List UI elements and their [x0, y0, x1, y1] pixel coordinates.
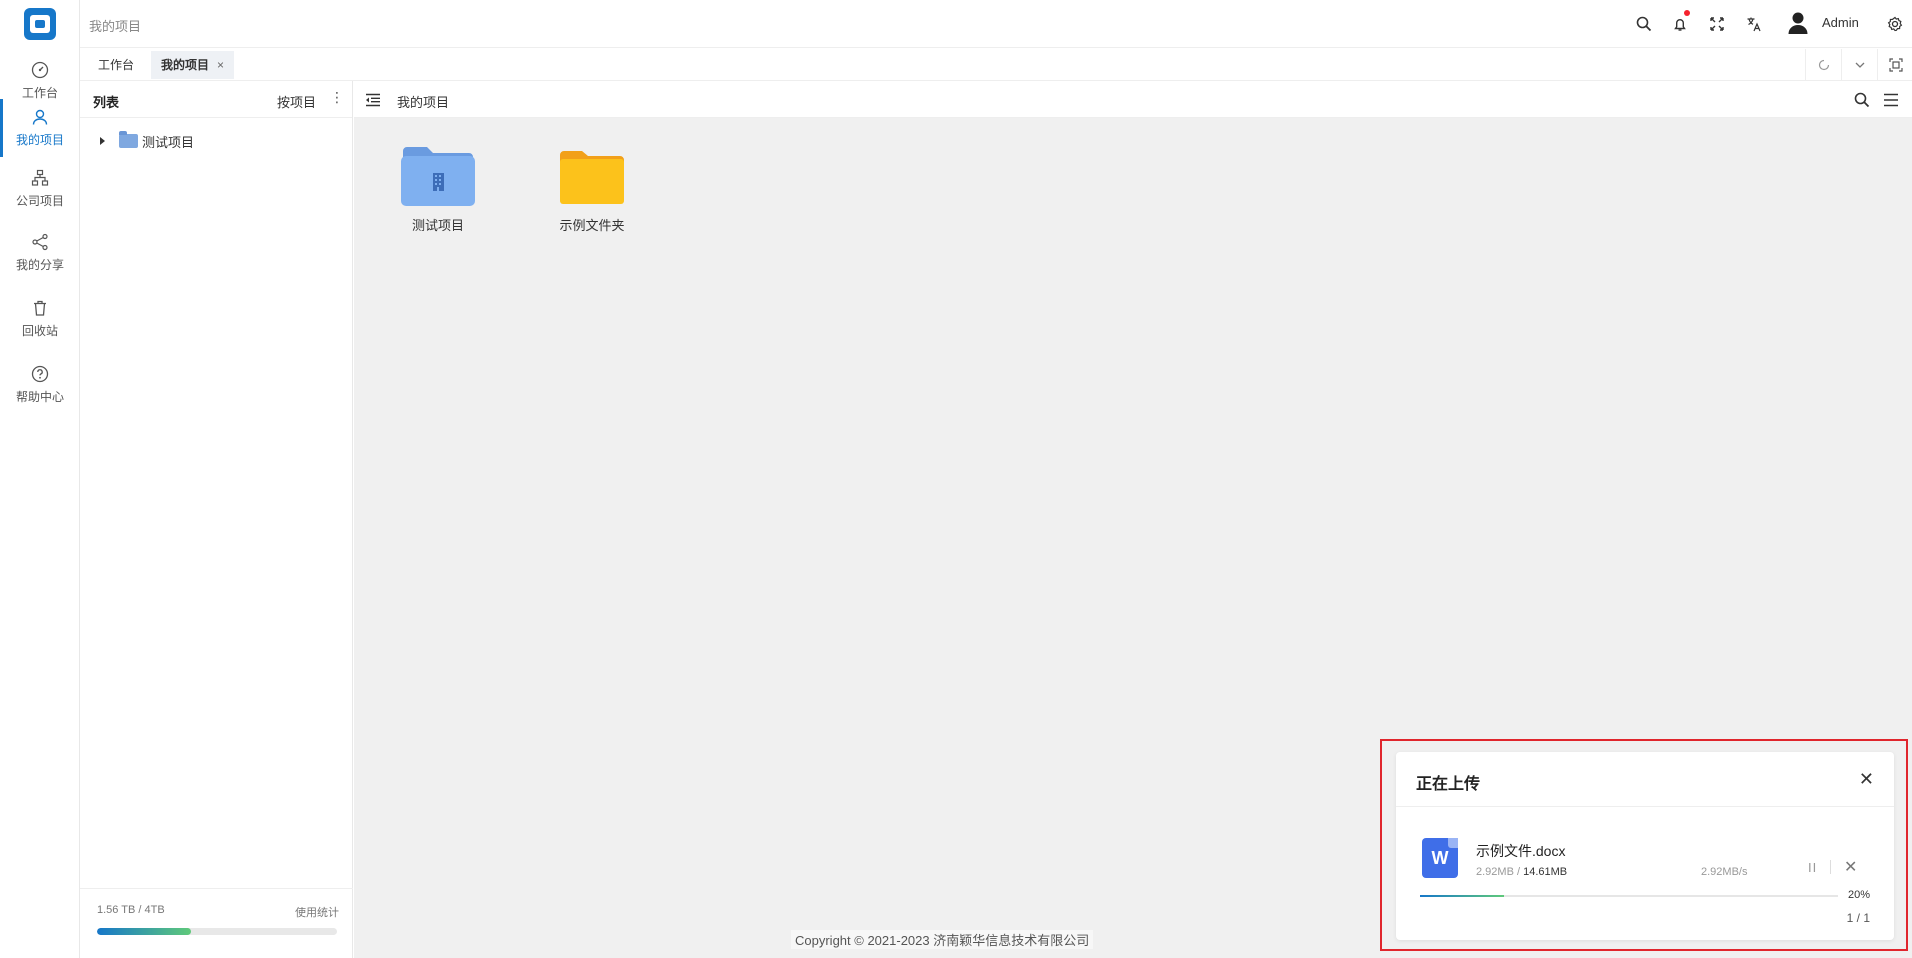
translate-icon[interactable]: [1743, 13, 1765, 35]
storage-usage: 1.56 TB / 4TB 使用统计: [80, 888, 353, 958]
main-title: 我的项目: [397, 95, 450, 110]
sidebar-item-company-projects[interactable]: 公司项目: [0, 158, 80, 220]
fullscreen-icon[interactable]: [1706, 13, 1728, 35]
project-item-test-project[interactable]: 测试项目: [383, 145, 493, 234]
pause-icon[interactable]: II: [1808, 860, 1817, 875]
folder-item-sample-folder[interactable]: 示例文件夹: [537, 145, 647, 234]
maximize-icon[interactable]: [1877, 49, 1912, 81]
collapse-menu-icon[interactable]: [363, 90, 383, 110]
sidebar-item-label: 我的分享: [15, 258, 64, 272]
upload-title: 正在上传: [1416, 776, 1481, 793]
share-icon: [31, 233, 49, 251]
dashboard-icon: [31, 61, 49, 79]
upload-panel-header: 正在上传 ✕: [1396, 752, 1894, 807]
top-header: 我的项目 Admin: [80, 0, 1912, 48]
folder-icon: [119, 131, 138, 148]
search-icon[interactable]: [1633, 13, 1655, 35]
word-doc-icon: W: [1422, 838, 1458, 878]
panel-title: 列表: [93, 95, 120, 110]
left-panel: 列表 按项目 ⋮ 测试项目 1.56 TB / 4TB 使用统计: [80, 81, 353, 958]
menu-icon[interactable]: [1881, 90, 1901, 110]
storage-bar: [97, 928, 337, 935]
total-size: 14.61MB: [1523, 866, 1568, 878]
tab-label: 工作台: [98, 58, 135, 72]
tree-item-label: 测试项目: [142, 134, 195, 150]
upload-panel: 正在上传 ✕ W 示例文件.docx 2.92MB / 14.61MB 2.92…: [1396, 752, 1894, 940]
more-icon[interactable]: ⋮: [330, 89, 344, 106]
upload-progress-bar: [1420, 895, 1838, 897]
tab-my-projects[interactable]: 我的项目 ×: [151, 51, 235, 79]
sidebar-item-label: 公司项目: [15, 194, 64, 208]
sidebar-item-help-center[interactable]: 帮助中心: [0, 354, 80, 416]
sidebar-item-label: 帮助中心: [15, 390, 64, 404]
upload-size: 2.92MB / 14.61MB: [1476, 866, 1567, 878]
sort-by-project-button[interactable]: 按项目: [277, 92, 316, 111]
cancel-upload-icon[interactable]: ✕: [1844, 857, 1857, 877]
refresh-icon[interactable]: [1805, 49, 1841, 81]
usage-stats-link[interactable]: 使用统计: [295, 904, 339, 920]
tab-workbench[interactable]: 工作台: [88, 51, 144, 79]
app-logo[interactable]: [24, 8, 56, 40]
breadcrumb: 我的项目: [89, 19, 142, 34]
divider: [1830, 860, 1831, 874]
org-icon: [31, 169, 49, 187]
upload-speed: 2.92MB/s: [1701, 866, 1748, 878]
upload-highlight: 正在上传 ✕ W 示例文件.docx 2.92MB / 14.61MB 2.92…: [1380, 739, 1908, 951]
sidebar-item-my-projects[interactable]: 我的项目: [0, 97, 80, 159]
notification-dot: [1684, 10, 1690, 16]
help-icon: [31, 365, 49, 383]
sidebar-item-label: 回收站: [21, 324, 58, 338]
tab-label: 我的项目: [161, 58, 210, 72]
uploaded-size: 2.92MB: [1476, 866, 1514, 878]
storage-text: 1.56 TB / 4TB: [97, 904, 165, 916]
chevron-down-icon[interactable]: [1841, 49, 1877, 81]
storage-bar-fill: [97, 928, 191, 935]
copyright-footer: Copyright © 2021-2023 济南颖华信息技术有限公司: [791, 930, 1094, 949]
upload-progress-fill: [1420, 895, 1504, 897]
size-separator: /: [1513, 866, 1524, 878]
close-icon[interactable]: ✕: [1859, 769, 1874, 790]
main-header: 我的项目: [354, 81, 1912, 118]
sidebar-item-recycle-bin[interactable]: 回收站: [0, 288, 80, 350]
folder-icon: [560, 151, 624, 204]
search-icon[interactable]: [1852, 90, 1872, 110]
item-label: 示例文件夹: [559, 218, 625, 233]
upload-count: 1 / 1: [1846, 911, 1870, 925]
sidebar: 工作台 我的项目 公司项目 我的分享 回收站 帮助中心: [0, 0, 80, 958]
item-label: 测试项目: [411, 218, 464, 233]
avatar[interactable]: [1786, 11, 1810, 35]
left-panel-header: 列表 按项目 ⋮: [80, 81, 352, 118]
sidebar-item-my-shares[interactable]: 我的分享: [0, 222, 80, 284]
user-name[interactable]: Admin: [1822, 15, 1859, 30]
expand-caret-icon[interactable]: [100, 137, 105, 145]
tab-bar: 工作台 我的项目 ×: [80, 49, 1912, 81]
doc-icon-letter: W: [1431, 847, 1449, 868]
tree-item-test-project[interactable]: 测试项目: [100, 130, 194, 152]
project-folder-icon: [401, 147, 475, 206]
gear-icon[interactable]: [1884, 13, 1906, 35]
tab-close-icon[interactable]: ×: [217, 58, 224, 72]
trash-icon: [31, 299, 49, 317]
sidebar-item-label: 我的项目: [15, 133, 64, 147]
user-icon: [31, 108, 49, 126]
upload-percent: 20%: [1847, 889, 1870, 901]
upload-file-name: 示例文件.docx: [1476, 843, 1566, 859]
bell-icon[interactable]: [1669, 10, 1691, 35]
